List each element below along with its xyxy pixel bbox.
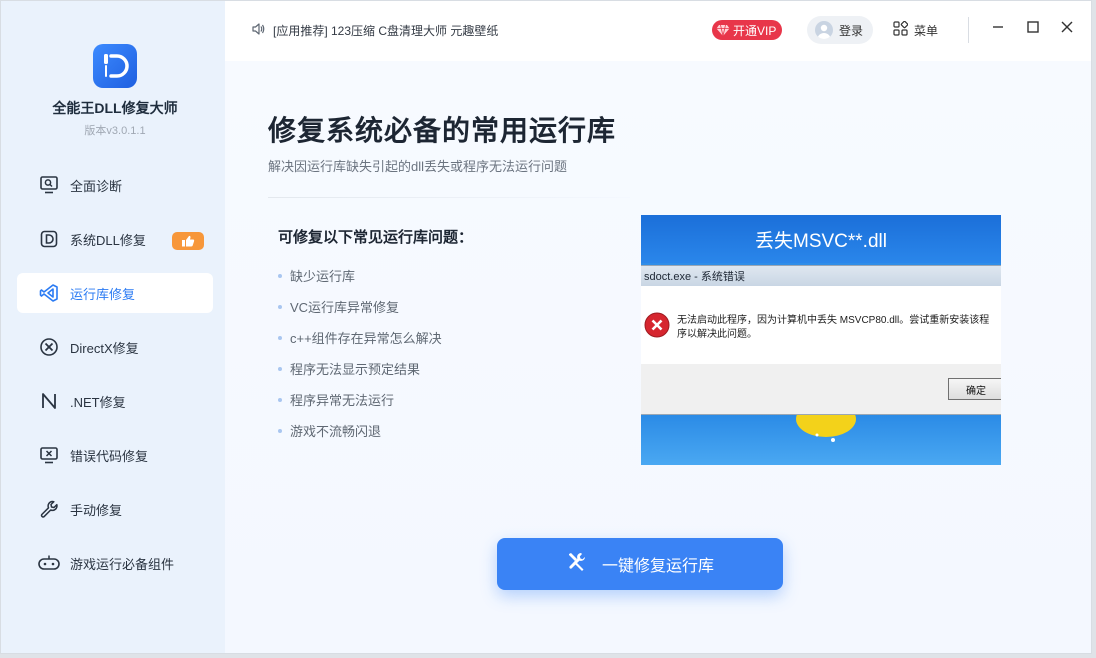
sidebar-item-label: 系统DLL修复 — [70, 232, 146, 248]
speaker-icon — [251, 22, 265, 39]
login-button[interactable]: 登录 — [807, 16, 873, 44]
main-content: 修复系统必备的常用运行库 解决因运行库缺失引起的dll丢失或程序无法运行问题 可… — [225, 61, 1091, 653]
thumbs-up-icon — [172, 232, 204, 250]
login-label: 登录 — [839, 23, 864, 38]
monitor-search-icon — [38, 174, 60, 196]
sidebar-item-system-dll[interactable]: 系统DLL修复 — [17, 219, 213, 259]
page-subtitle: 解决因运行库缺失引起的dll丢失或程序无法运行问题 — [268, 159, 568, 174]
list-item: VC运行库异常修复 — [278, 291, 442, 322]
issues-heading: 可修复以下常见运行库问题： — [278, 229, 474, 246]
avatar-icon — [815, 21, 833, 39]
error-example-image: 丢失MSVC**.dll sdoct.exe - 系统错误 无法启动此程序，因为… — [641, 215, 1001, 465]
list-item: c++组件存在异常怎么解决 — [278, 322, 442, 353]
app-name: 全能王DLL修复大师 — [52, 100, 178, 116]
minimize-icon — [991, 20, 1005, 39]
list-item: 程序异常无法运行 — [278, 384, 442, 415]
list-item: 游戏不流畅闪退 — [278, 415, 442, 446]
topbar-divider — [968, 17, 969, 43]
diamond-icon — [716, 23, 730, 37]
sidebar-item-game-components[interactable]: 游戏运行必备组件 — [17, 543, 213, 583]
menu-label: 菜单 — [914, 23, 939, 38]
page-title: 修复系统必备的常用运行库 — [268, 115, 617, 146]
dll-d-icon — [38, 228, 60, 250]
maximize-button[interactable] — [1023, 19, 1043, 39]
title-divider — [268, 197, 630, 198]
example-desktop — [641, 401, 1001, 465]
sidebar-item-label: 全面诊断 — [70, 178, 123, 194]
sidebar-item-dotnet[interactable]: .NET修复 — [17, 381, 213, 421]
maximize-icon — [1026, 20, 1040, 39]
wrench-icon — [38, 498, 60, 520]
sidebar-item-manual-repair[interactable]: 手动修复 — [17, 489, 213, 529]
app-logo-icon — [93, 44, 137, 88]
sidebar-item-runtime-repair[interactable]: 运行库修复 — [17, 273, 213, 313]
top-bar: [应用推荐] 123压缩 C盘清理大师 元趣壁纸 开通VIP 登录 菜单 — [225, 1, 1091, 61]
menu-button[interactable]: 菜单 — [893, 20, 939, 39]
app-recommend-marquee[interactable]: [应用推荐] 123压缩 C盘清理大师 元趣壁纸 — [251, 22, 498, 39]
tools-icon — [566, 551, 602, 578]
dotnet-n-icon — [38, 390, 60, 412]
vip-label: 开通VIP — [733, 23, 777, 38]
close-icon — [1060, 20, 1074, 39]
error-x-icon — [644, 312, 670, 338]
marquee-text: [应用推荐] 123压缩 C盘清理大师 元趣壁纸 — [273, 24, 499, 38]
sidebar-item-directx[interactable]: DirectX修复 — [17, 327, 213, 367]
app-version: 版本v3.0.1.1 — [84, 125, 146, 137]
list-item: 缺少运行库 — [278, 260, 442, 291]
one-click-repair-label: 一键修复运行库 — [601, 558, 714, 575]
sidebar-item-label: DirectX修复 — [70, 340, 139, 356]
close-button[interactable] — [1057, 19, 1077, 39]
monitor-error-icon — [38, 444, 60, 466]
example-ok-button: 确定 — [948, 378, 1001, 400]
sidebar-item-full-diagnosis[interactable]: 全面诊断 — [17, 165, 213, 205]
directx-icon — [38, 336, 60, 358]
sidebar-item-label: 游戏运行必备组件 — [70, 556, 175, 572]
background-window-edge — [0, 654, 1096, 658]
background-window-edge — [1092, 0, 1096, 658]
grid-menu-icon — [893, 20, 914, 39]
minimize-button[interactable] — [988, 19, 1008, 39]
sidebar-item-label: .NET修复 — [70, 394, 126, 410]
one-click-repair-button[interactable]: 一键修复运行库 — [497, 538, 783, 590]
app-window: 全能王DLL修复大师 版本v3.0.1.1 全面诊断 系统DLL修复 运行库修复… — [0, 0, 1092, 654]
example-dialog-title: sdoct.exe - 系统错误 — [641, 266, 1001, 286]
list-item: 程序无法显示预定结果 — [278, 353, 442, 384]
sidebar-item-label: 手动修复 — [70, 502, 123, 518]
visual-studio-icon — [38, 282, 60, 304]
issues-list: 缺少运行库 VC运行库异常修复 c++组件存在异常怎么解决 程序无法显示预定结果… — [278, 260, 442, 446]
sidebar: 全能王DLL修复大师 版本v3.0.1.1 全面诊断 系统DLL修复 运行库修复… — [1, 1, 225, 653]
gamepad-icon — [38, 552, 60, 574]
sidebar-nav: 全面诊断 系统DLL修复 运行库修复 DirectX修复 .NET修复 错误代码… — [17, 165, 213, 597]
sidebar-item-error-code[interactable]: 错误代码修复 — [17, 435, 213, 475]
vip-button[interactable]: 开通VIP — [712, 20, 783, 40]
example-dialog-body: 无法启动此程序，因为计算机中丢失 MSVCP80.dll。尝试重新安装该程序以解… — [641, 286, 1001, 364]
example-error-dialog: sdoct.exe - 系统错误 无法启动此程序，因为计算机中丢失 MSVCP8… — [641, 265, 1001, 415]
sidebar-item-label: 运行库修复 — [70, 286, 136, 302]
example-banner: 丢失MSVC**.dll — [641, 215, 1001, 263]
sidebar-item-label: 错误代码修复 — [70, 448, 149, 464]
example-dialog-message: 无法启动此程序，因为计算机中丢失 MSVCP80.dll。尝试重新安装该程序以解… — [677, 315, 990, 340]
